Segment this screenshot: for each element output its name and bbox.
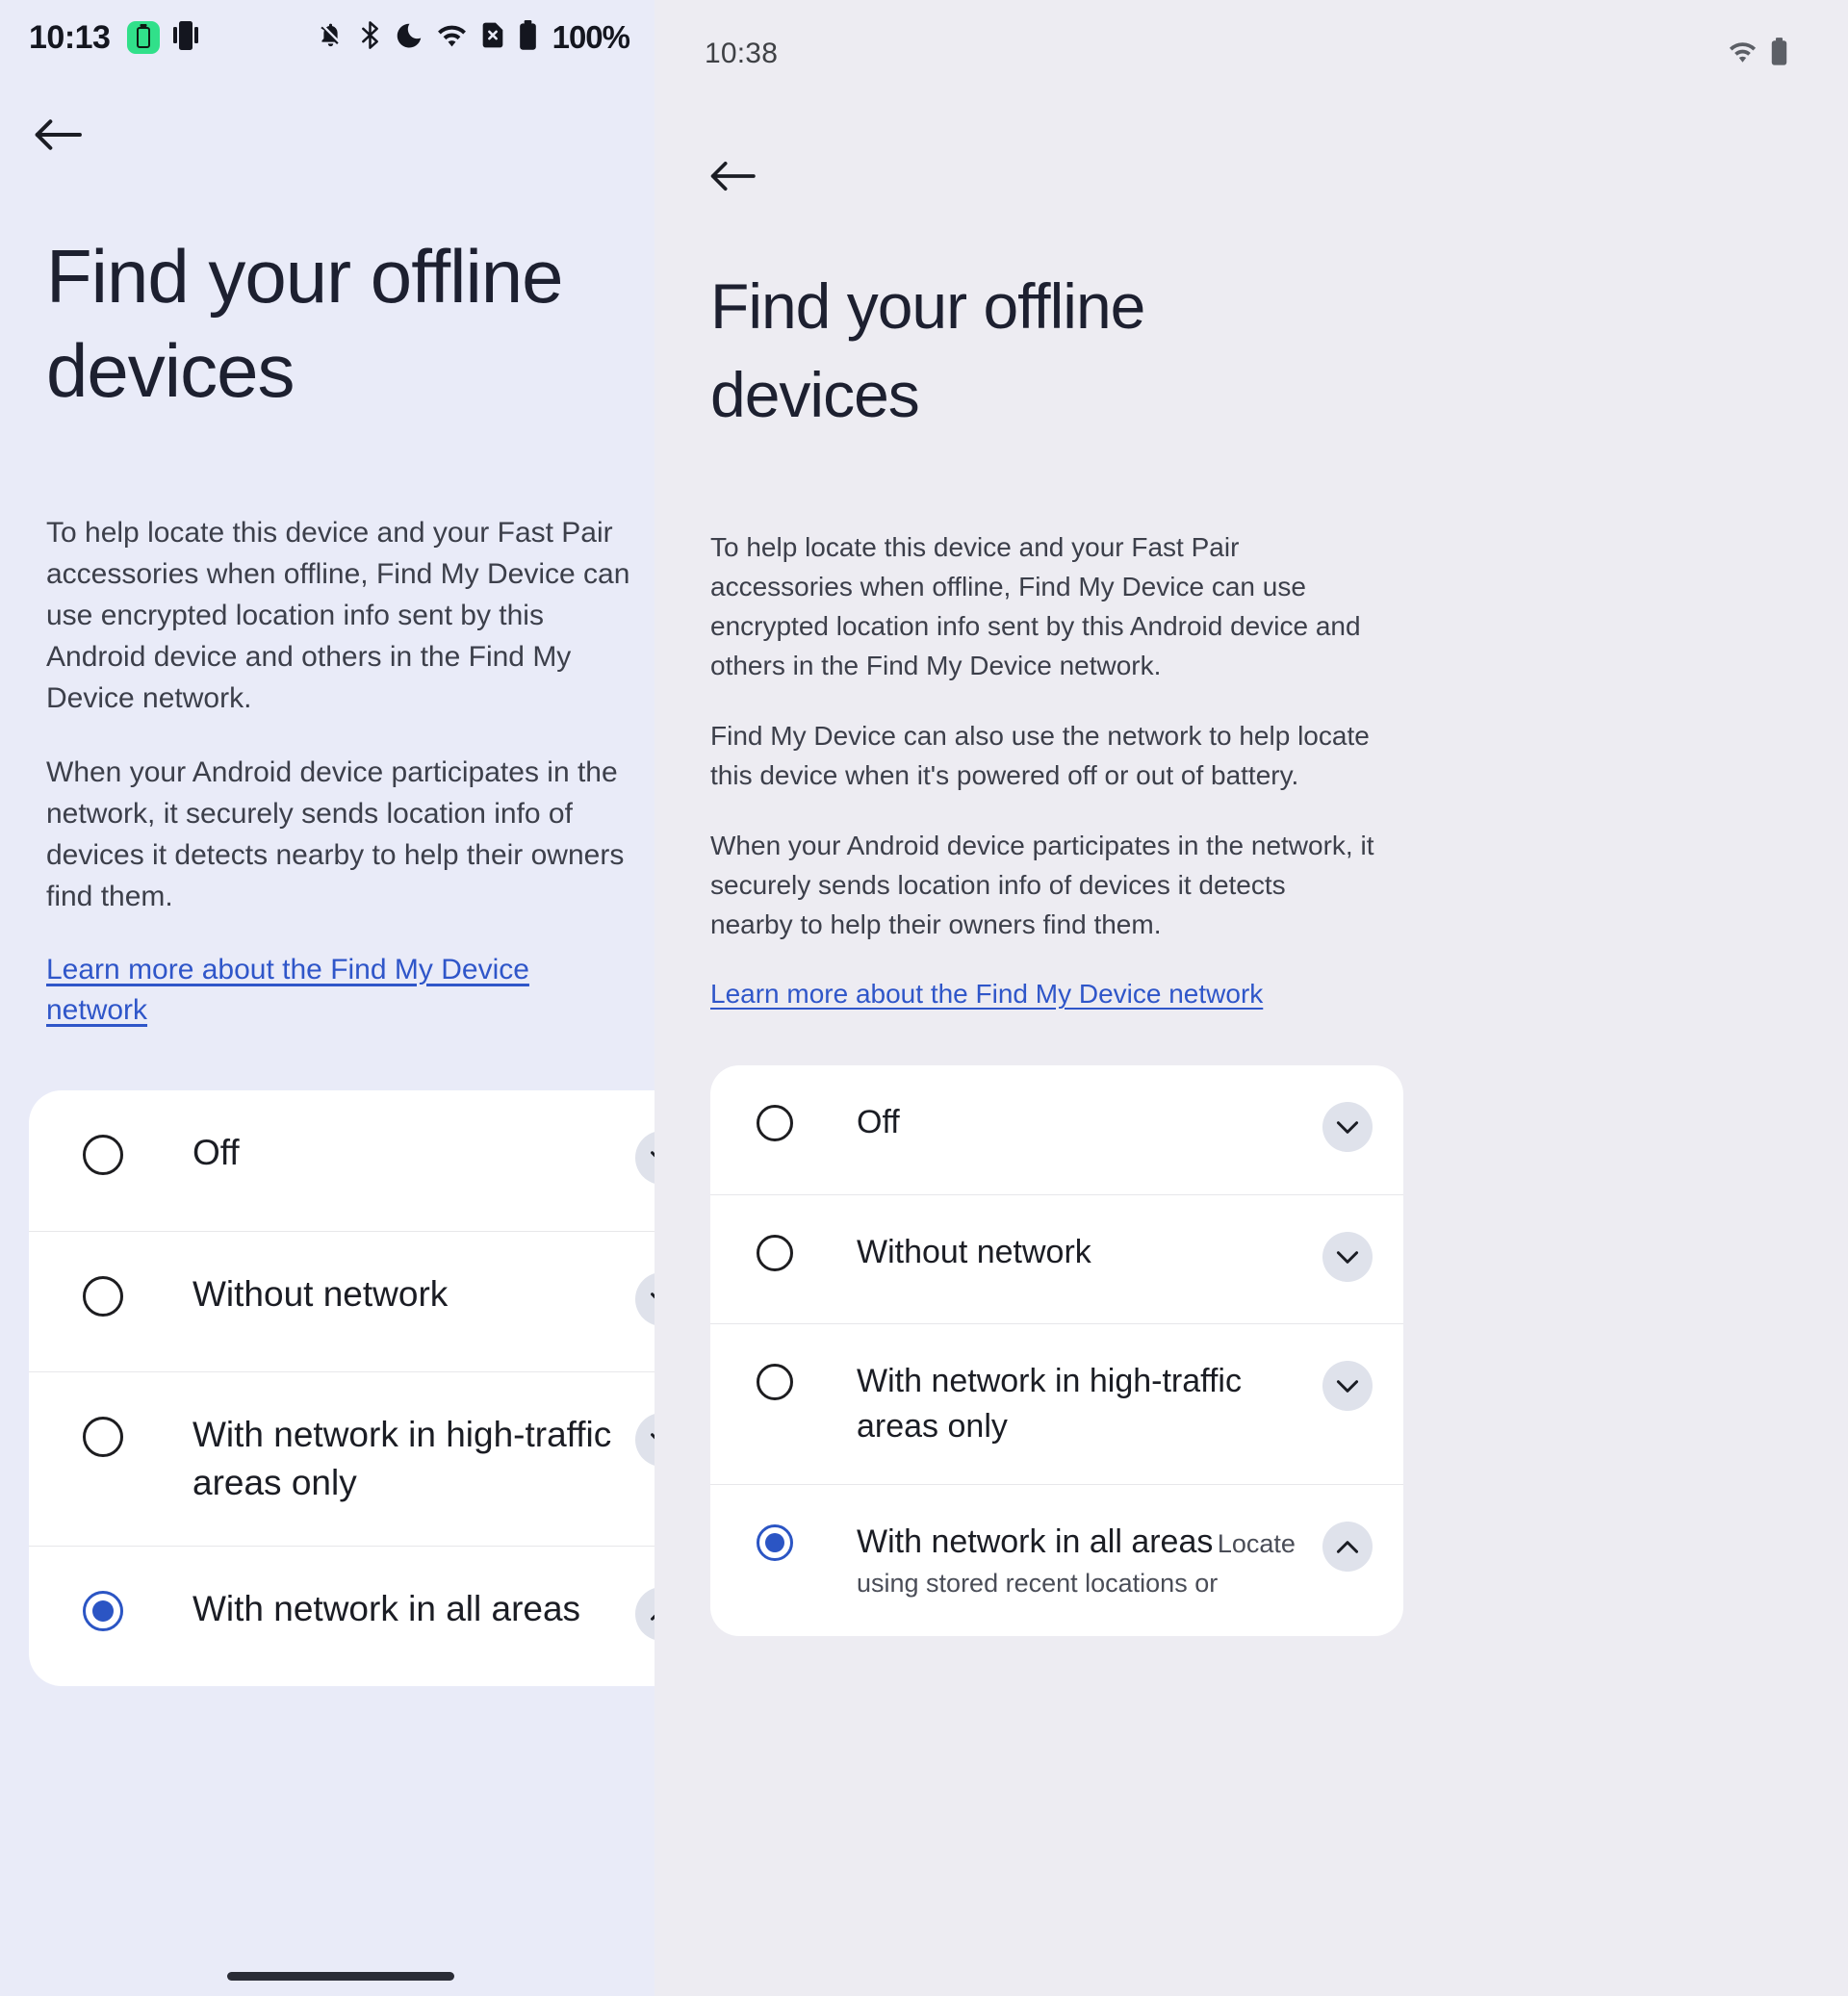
- battery-saver-badge-icon: [127, 21, 161, 54]
- chevron-down-icon[interactable]: [1322, 1232, 1373, 1282]
- no-sim-icon: [480, 20, 505, 55]
- option-row-without-network[interactable]: Without network: [710, 1194, 1403, 1323]
- right-status-bar-right-group: [1728, 37, 1788, 71]
- option-row-off[interactable]: Off: [29, 1090, 654, 1231]
- radio-button[interactable]: [757, 1105, 793, 1141]
- chevron-down-icon[interactable]: [1322, 1102, 1373, 1152]
- chevron-up-icon[interactable]: [635, 1587, 654, 1641]
- option-text-group: With network in all areas Locate using s…: [857, 1520, 1322, 1601]
- radio-button[interactable]: [757, 1235, 793, 1271]
- mute-icon: [316, 20, 346, 55]
- learn-more-link[interactable]: Learn more about the Find My Device netw…: [710, 975, 1263, 1013]
- description-paragraph: When your Android device participates in…: [46, 756, 625, 912]
- radio-button-selected[interactable]: [757, 1524, 793, 1561]
- left-description-block: To help locate this device and your Fast…: [46, 512, 631, 1031]
- option-row-all-areas[interactable]: With network in all areas: [29, 1546, 654, 1686]
- do-not-disturb-moon-icon: [395, 21, 424, 55]
- left-options-card: Off Without network With network in high…: [29, 1090, 654, 1686]
- option-label: With network in high-traffic areas only: [192, 1415, 612, 1502]
- battery-percent-label: 100%: [552, 19, 630, 55]
- option-label: Off: [192, 1133, 240, 1172]
- option-text-group: With network in high-traffic areas only: [857, 1359, 1322, 1449]
- option-label: With network in all areas: [857, 1523, 1214, 1560]
- option-text-group: Off: [857, 1100, 1322, 1145]
- wifi-icon: [436, 22, 468, 53]
- chevron-up-icon[interactable]: [1322, 1522, 1373, 1572]
- learn-more-link[interactable]: Learn more about the Find My Device netw…: [46, 950, 631, 1031]
- chevron-down-icon[interactable]: [635, 1131, 654, 1185]
- option-row-high-traffic[interactable]: With network in high-traffic areas only: [710, 1323, 1403, 1484]
- option-text-group: Without network: [857, 1230, 1322, 1275]
- left-status-bar-right-group: 100%: [316, 19, 630, 56]
- device-icon: [171, 19, 200, 57]
- radio-button-selected[interactable]: [83, 1591, 123, 1631]
- home-indicator: [227, 1972, 454, 1981]
- right-status-bar-left-group: 10:38: [705, 38, 778, 70]
- option-row-off[interactable]: Off: [710, 1065, 1403, 1194]
- battery-icon: [518, 19, 538, 56]
- status-clock: 10:38: [705, 38, 779, 69]
- right-status-bar: 10:38: [654, 0, 1848, 108]
- option-row-without-network[interactable]: Without network: [29, 1231, 654, 1371]
- option-row-high-traffic[interactable]: With network in high-traffic areas only: [29, 1371, 654, 1546]
- option-text-group: Without network: [192, 1270, 635, 1318]
- description-paragraph: When your Android device participates in…: [710, 831, 1374, 939]
- option-label: With network in all areas: [192, 1589, 581, 1628]
- chevron-down-icon[interactable]: [635, 1413, 654, 1467]
- option-text-group: With network in all areas: [192, 1585, 635, 1633]
- back-button[interactable]: [33, 115, 654, 154]
- left-status-bar: 10:13 100%: [0, 0, 654, 75]
- option-label: With network in high-traffic areas only: [857, 1363, 1242, 1445]
- chevron-down-icon[interactable]: [1322, 1361, 1373, 1411]
- option-text-group: With network in high-traffic areas only: [192, 1411, 635, 1507]
- description-paragraph: To help locate this device and your Fast…: [46, 517, 630, 714]
- back-arrow-icon: [710, 162, 756, 191]
- battery-icon: [1770, 37, 1788, 71]
- option-label: Without network: [857, 1234, 1091, 1270]
- left-status-bar-left-group: 10:13: [29, 19, 200, 57]
- page-title: Find your offline devices: [46, 234, 564, 413]
- radio-button[interactable]: [83, 1135, 123, 1175]
- description-paragraph: Find My Device can also use the network …: [710, 721, 1370, 790]
- right-phone-screen: 10:38 Find your offline devices To help …: [654, 0, 1848, 1996]
- radio-button[interactable]: [757, 1364, 793, 1400]
- status-clock: 10:13: [29, 18, 111, 56]
- description-paragraph: To help locate this device and your Fast…: [710, 532, 1361, 680]
- option-text-group: Off: [192, 1129, 635, 1177]
- wifi-icon: [1728, 39, 1758, 68]
- back-arrow-icon: [35, 119, 82, 150]
- option-label: Without network: [192, 1274, 449, 1314]
- left-phone-screen: 10:13 100% Find your offline devices To …: [0, 0, 654, 1996]
- dual-phone-comparison: 10:13 100% Find your offline devices To …: [0, 0, 1848, 1996]
- right-description-block: To help locate this device and your Fast…: [710, 527, 1790, 1013]
- bluetooth-icon: [358, 20, 382, 55]
- right-options-card: Off Without network With network in high…: [710, 1065, 1403, 1636]
- chevron-down-icon[interactable]: [635, 1272, 654, 1326]
- option-row-all-areas[interactable]: With network in all areas Locate using s…: [710, 1484, 1403, 1636]
- page-title: Find your offline devices: [710, 270, 1145, 430]
- option-label: Off: [857, 1104, 900, 1140]
- back-button[interactable]: [708, 158, 1848, 194]
- radio-button[interactable]: [83, 1276, 123, 1317]
- radio-button[interactable]: [83, 1417, 123, 1457]
